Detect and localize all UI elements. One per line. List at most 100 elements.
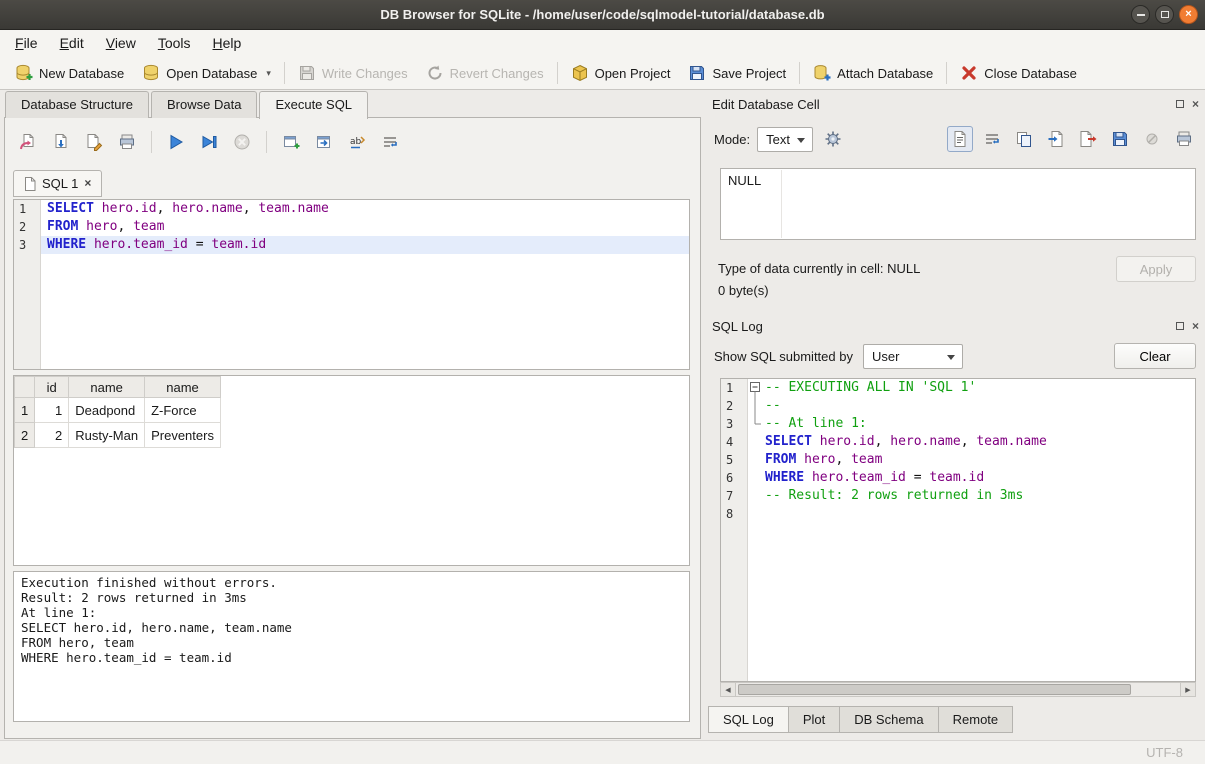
set-null-button[interactable] (1139, 126, 1165, 152)
close-dock-icon[interactable]: × (1192, 320, 1199, 332)
scroll-left-icon[interactable]: ◀ (721, 683, 736, 696)
sql-tab-close-icon[interactable]: × (84, 171, 91, 196)
write-changes-button[interactable]: Write Changes (289, 60, 417, 86)
submitter-combobox[interactable]: User (863, 344, 963, 369)
sql-log-view[interactable]: 12345678 -- EXECUTING ALL IN 'SQL 1'----… (720, 378, 1196, 682)
cell-id[interactable]: 2 (35, 423, 69, 448)
fold-margin (748, 469, 763, 487)
save-project-button[interactable]: Save Project (679, 60, 795, 86)
execute-all-button[interactable] (163, 129, 189, 155)
results-header-id[interactable]: id (35, 377, 69, 398)
row-number-cell[interactable]: 1 (15, 398, 35, 423)
encoding-indicator[interactable]: UTF-8 (1146, 745, 1183, 760)
mode-combobox[interactable]: Text (757, 127, 813, 152)
open-database-button[interactable]: Open Database ▾ (133, 60, 280, 86)
cell-team-name[interactable]: Z-Force (145, 398, 221, 423)
cell-hero-name[interactable]: Deadpond (69, 398, 145, 423)
cell-editor[interactable]: NULL (720, 168, 1196, 240)
copy-cell-button[interactable] (1011, 126, 1037, 152)
print-sql-button[interactable] (114, 129, 140, 155)
tab-database-structure[interactable]: Database Structure (5, 91, 149, 118)
cell-team-name[interactable]: Preventers (145, 423, 221, 448)
gear-icon (824, 130, 842, 148)
cell-hero-name[interactable]: Rusty-Man (69, 423, 145, 448)
tab-remote[interactable]: Remote (938, 706, 1014, 733)
fold-margin (748, 505, 763, 523)
revert-changes-button[interactable]: Revert Changes (417, 60, 553, 86)
open-sql-file-button[interactable] (15, 129, 41, 155)
float-dock-icon[interactable] (1176, 322, 1184, 330)
cell-settings-button[interactable] (820, 126, 846, 152)
row-number-cell[interactable]: 2 (15, 423, 35, 448)
attach-database-button[interactable]: Attach Database (804, 60, 942, 86)
tab-plot[interactable]: Plot (788, 706, 840, 733)
fold-marker-icon[interactable] (748, 379, 763, 397)
menubar: File Edit View Tools Help (0, 30, 1205, 57)
save-sql-file-as-button[interactable] (81, 129, 107, 155)
editor-code-area[interactable]: SELECT hero.id, hero.name, team.nameFROM… (41, 200, 689, 369)
save-project-icon (688, 64, 706, 82)
edit-cell-title: Edit Database Cell (712, 97, 820, 112)
cell-id[interactable]: 1 (35, 398, 69, 423)
execute-current-line-button[interactable] (196, 129, 222, 155)
close-dock-icon[interactable]: × (1192, 98, 1199, 110)
cell-word-wrap-button[interactable] (979, 126, 1005, 152)
code-line: WHERE hero.team_id = team.id (748, 469, 1195, 487)
scrollbar-thumb[interactable] (738, 684, 1131, 695)
stop-execution-button[interactable] (229, 129, 255, 155)
open-database-dropdown-icon[interactable]: ▾ (266, 68, 271, 79)
save-sql-file-button[interactable] (48, 129, 74, 155)
import-cell-data-button[interactable] (1043, 126, 1069, 152)
menu-file[interactable]: File (4, 30, 49, 57)
float-dock-icon[interactable] (1176, 100, 1184, 108)
minimize-button[interactable] (1131, 5, 1150, 24)
results-corner-cell[interactable] (15, 377, 35, 398)
apply-button[interactable]: Apply (1116, 256, 1196, 282)
maximize-button[interactable] (1155, 5, 1174, 24)
execute-all-icon (167, 133, 185, 151)
word-wrap-button[interactable] (377, 129, 403, 155)
scroll-right-icon[interactable]: ▶ (1180, 683, 1195, 696)
log-horizontal-scrollbar[interactable]: ◀ ▶ (720, 682, 1196, 697)
fold-margin (748, 451, 763, 469)
svg-text:ab: ab (350, 137, 362, 147)
sql-file-icon (24, 177, 36, 191)
log-code-area[interactable]: -- EXECUTING ALL IN 'SQL 1'---- At line … (748, 379, 1195, 681)
execution-message: Execution finished without errors. Resul… (13, 571, 690, 722)
menu-edit[interactable]: Edit (49, 30, 95, 57)
mode-label: Mode: (714, 132, 750, 147)
code-line: -- Result: 2 rows returned in 3ms (748, 487, 1195, 505)
tab-sql-log[interactable]: SQL Log (708, 706, 789, 733)
clear-log-button[interactable]: Clear (1114, 343, 1196, 369)
menu-help[interactable]: Help (202, 30, 253, 57)
open-project-button[interactable]: Open Project (562, 60, 680, 86)
menu-tools[interactable]: Tools (147, 30, 202, 57)
new-database-button[interactable]: New Database (6, 60, 133, 86)
window-title: DB Browser for SQLite - /home/user/code/… (0, 7, 1205, 22)
maximize-icon (1161, 11, 1169, 18)
sql-tab[interactable]: SQL 1 × (13, 170, 102, 197)
execute-sql-panel: ab SQL 1 × 123 SELECT hero.id, her (4, 117, 701, 739)
new-sql-tab-button[interactable] (278, 129, 304, 155)
tab-db-schema[interactable]: DB Schema (839, 706, 938, 733)
tab-execute-sql[interactable]: Execute SQL (259, 91, 368, 119)
close-database-button[interactable]: Close Database (951, 60, 1086, 86)
open-sql-tab-button[interactable] (311, 129, 337, 155)
close-button[interactable]: × (1179, 5, 1198, 24)
right-dock: Edit Database Cell × Mode: Text (706, 90, 1205, 740)
scrollbar-track[interactable] (736, 683, 1180, 696)
results-header-team-name[interactable]: name (145, 377, 221, 398)
line-number: 4 (721, 433, 747, 451)
results-header-hero-name[interactable]: name (69, 377, 145, 398)
sql-editor[interactable]: 123 SELECT hero.id, hero.name, team.name… (13, 199, 690, 370)
print-cell-button[interactable] (1171, 126, 1197, 152)
export-cell-data-button[interactable] (1075, 126, 1101, 152)
fold-marker-icon (748, 415, 763, 433)
save-cell-data-button[interactable] (1107, 126, 1133, 152)
attach-database-icon (813, 64, 831, 82)
tab-browse-data[interactable]: Browse Data (151, 91, 257, 118)
menu-view[interactable]: View (95, 30, 147, 57)
text-view-button[interactable] (947, 126, 973, 152)
autocomplete-button[interactable]: ab (344, 129, 370, 155)
word-wrap-icon (983, 130, 1001, 148)
